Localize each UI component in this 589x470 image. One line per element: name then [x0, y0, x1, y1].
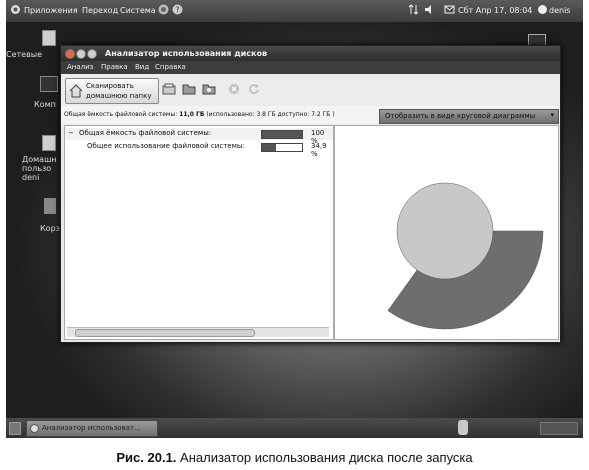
user-name[interactable]: denis — [549, 6, 570, 15]
computer-icon — [40, 76, 58, 92]
scan-filesystem-icon[interactable] — [162, 83, 176, 95]
bottom-panel: Анализатор использоват... — [6, 418, 583, 438]
svg-text:?: ? — [175, 6, 179, 15]
collapse-icon[interactable]: − — [68, 129, 74, 137]
mail-icon[interactable] — [444, 4, 455, 15]
desktop-icon-label: Корз — [40, 224, 60, 233]
chevron-down-icon: ▾ — [550, 111, 554, 119]
ubuntu-logo-icon — [11, 5, 20, 14]
desktop-icon-computer[interactable]: Комп — [6, 76, 58, 116]
window-menubar: Анализ Правка Вид Справка — [61, 61, 560, 74]
volume-icon[interactable] — [424, 4, 435, 15]
desktop-icon-home[interactable]: Домашн пользо deni — [6, 135, 57, 191]
tree-row[interactable]: Общее использование файловой системы: 34… — [65, 141, 333, 158]
help-icon[interactable]: ? — [172, 4, 183, 15]
taskbar-window-button[interactable]: Анализатор использоват... — [26, 420, 158, 437]
usage-bar — [261, 130, 303, 139]
menu-places[interactable]: Переход — [82, 6, 118, 15]
summary-total: 11,0 ГБ — [179, 111, 205, 118]
user-status-icon — [538, 5, 547, 14]
minimize-window-button[interactable] — [76, 49, 86, 59]
menu-analyze[interactable]: Анализ — [67, 63, 93, 71]
tree-row-label: Общее использование файловой системы: — [87, 142, 245, 150]
ring-chart-pane — [334, 125, 559, 340]
show-desktop-button[interactable] — [9, 422, 21, 435]
horizontal-scrollbar[interactable] — [67, 327, 329, 337]
view-mode-select[interactable]: Отобразить в виде круговой диаграммы ▾ — [379, 109, 559, 124]
desktop-icon-trash[interactable]: Корз — [6, 198, 60, 238]
ring-center-circle[interactable] — [396, 182, 494, 280]
scan-folder-icon[interactable] — [182, 83, 196, 95]
scrollbar-thumb[interactable] — [75, 329, 255, 337]
home-icon — [69, 84, 83, 98]
menu-system[interactable]: Система — [120, 6, 156, 15]
clock[interactable]: Сбт Апр 17, 08:04 — [458, 6, 532, 15]
menu-help[interactable]: Справка — [155, 63, 186, 71]
home-folder-icon — [42, 135, 56, 151]
window-toolbar: Сканировать домашнюю папку — [61, 74, 560, 107]
figure-caption-text: Анализатор использования диска после зап… — [180, 450, 473, 465]
disk-analyzer-app-icon — [30, 424, 39, 433]
window-title: Анализатор использования дисков — [105, 49, 268, 58]
browser-launcher-icon[interactable] — [158, 4, 169, 15]
menu-edit[interactable]: Правка — [101, 63, 128, 71]
menu-view[interactable]: Вид — [135, 63, 149, 71]
trash-applet-icon[interactable] — [458, 420, 468, 435]
desktop-icon-label: Сетевые — [6, 50, 43, 59]
refresh-icon[interactable] — [248, 83, 260, 95]
network-folder-icon — [42, 30, 56, 46]
disk-usage-analyzer-window: Анализатор использования дисков Анализ П… — [60, 45, 561, 343]
summary-details: (использовано: 3.8 ГБ доступно: 7.2 ГБ ) — [206, 111, 335, 118]
usage-tree: − Общая ёмкость файловой системы: 100 % … — [64, 125, 334, 340]
menu-applications[interactable]: Приложения — [24, 6, 78, 15]
figure-caption: Рис. 20.1. Анализатор использования диск… — [0, 450, 589, 465]
tree-row-percent: 34,9 % — [311, 142, 327, 158]
usage-bar-fill — [262, 144, 276, 151]
top-panel: Приложения Переход Система ? Сбт Апр 17,… — [6, 0, 583, 22]
view-mode-selected: Отобразить в виде круговой диаграммы — [385, 112, 536, 120]
summary-prefix: Общая ёмкость файловой системы: — [64, 111, 178, 118]
desktop-icon-label: Комп — [34, 100, 56, 109]
scan-home-label-line2: домашнюю папку — [86, 92, 152, 100]
taskbar-window-label: Анализатор использоват... — [42, 424, 141, 432]
desktop-icon-network[interactable]: Сетевые — [6, 28, 56, 68]
usage-bar-fill — [262, 131, 302, 138]
scan-home-button[interactable]: Сканировать домашнюю папку — [65, 78, 159, 104]
maximize-window-button[interactable] — [87, 49, 97, 59]
tree-row[interactable]: − Общая ёмкость файловой системы: 100 % — [65, 128, 333, 145]
network-arrows-icon[interactable] — [408, 4, 419, 15]
close-window-button[interactable] — [65, 49, 75, 59]
tree-row-label: Общая ёмкость файловой системы: — [79, 129, 212, 137]
scan-remote-folder-icon[interactable] — [202, 83, 216, 95]
filesystem-summary: Общая ёмкость файловой системы: 11,0 ГБ … — [61, 106, 560, 124]
desktop-screen: Приложения Переход Система ? Сбт Апр 17,… — [6, 0, 583, 438]
usage-ring-chart[interactable] — [335, 126, 558, 339]
usage-bar — [261, 143, 303, 152]
figure-number: Рис. 20.1. — [116, 450, 177, 465]
scan-home-label-line1: Сканировать — [86, 82, 134, 90]
workspace-switcher[interactable] — [540, 422, 578, 435]
window-titlebar[interactable]: Анализатор использования дисков — [61, 46, 560, 61]
stop-icon[interactable] — [228, 83, 240, 95]
desktop-icon-label: Домашн пользо deni — [22, 155, 57, 182]
trash-icon — [44, 198, 56, 214]
